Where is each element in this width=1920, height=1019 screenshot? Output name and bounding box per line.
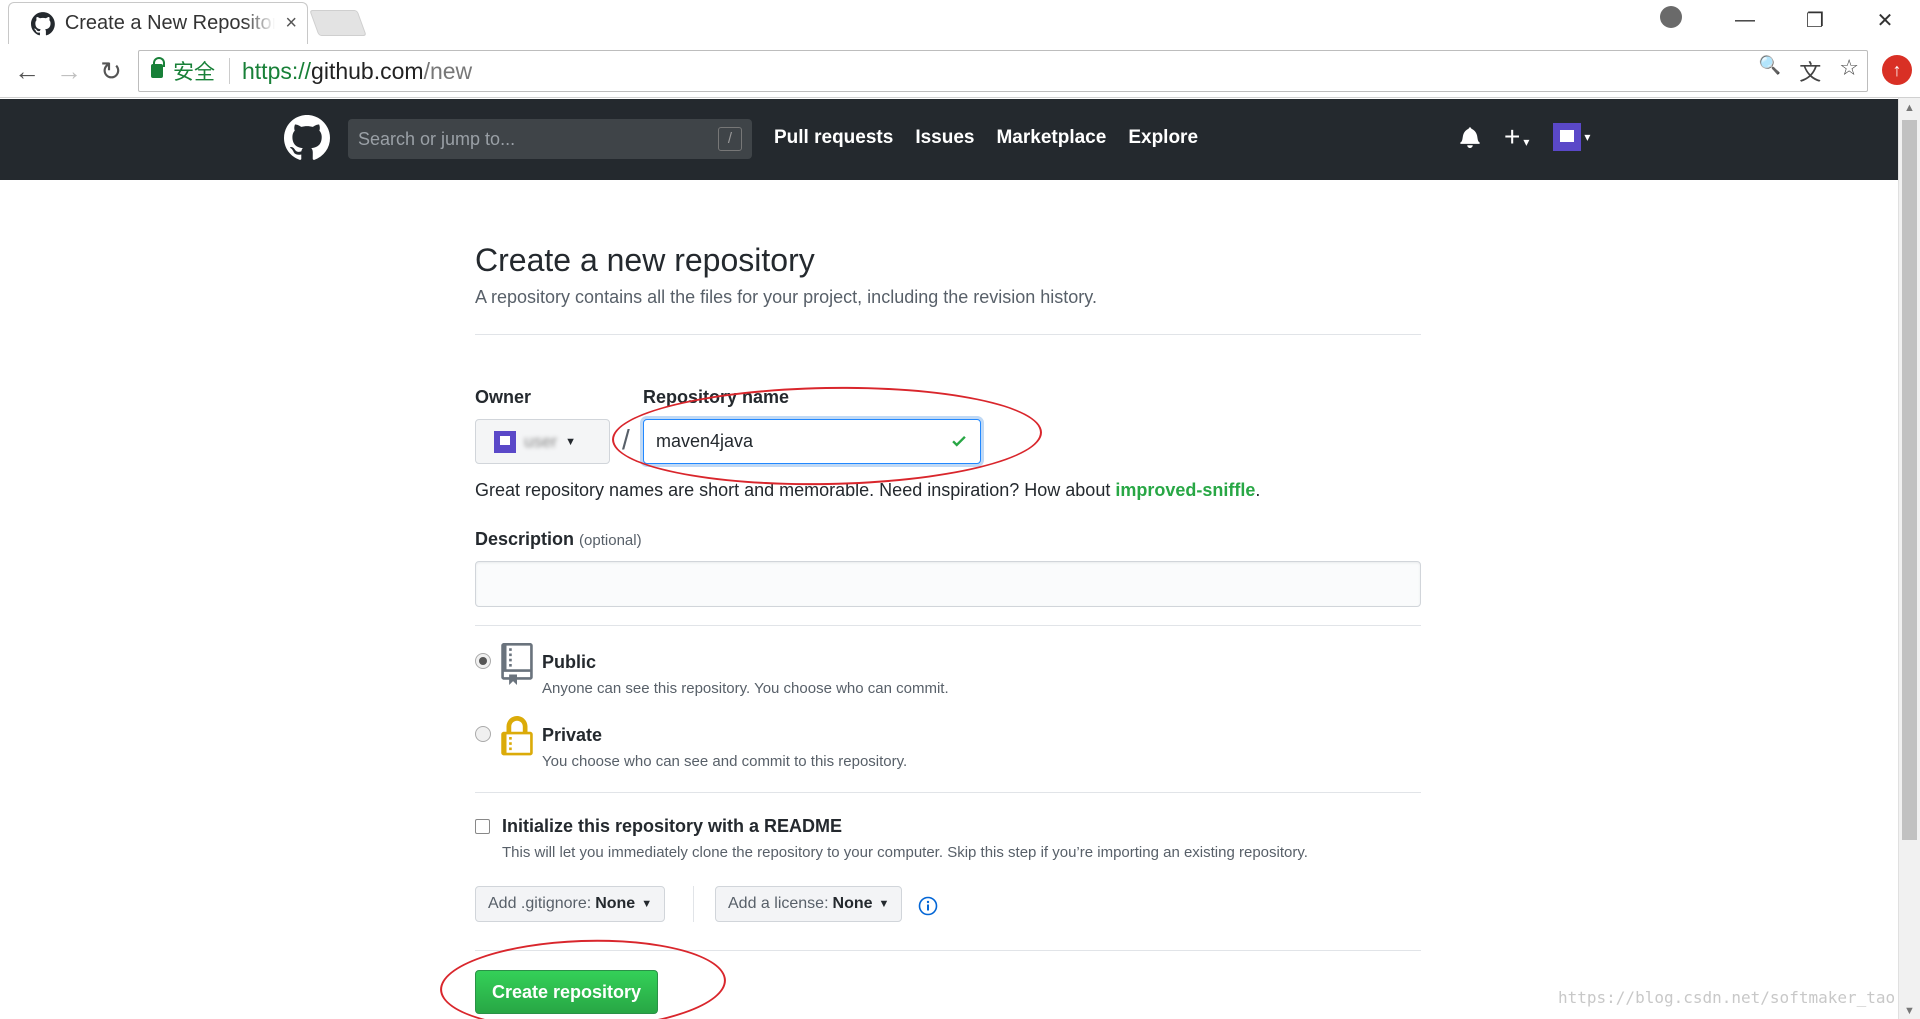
divider: [475, 792, 1421, 793]
extension-icon[interactable]: ↑: [1882, 55, 1912, 85]
plus-icon: +: [1504, 121, 1521, 152]
repository-name-field[interactable]: [643, 419, 981, 464]
lock-icon: [151, 57, 165, 78]
browser-profile-icon[interactable]: [1660, 6, 1682, 28]
forward-icon[interactable]: →: [52, 54, 86, 88]
github-nav: Pull requests Issues Marketplace Explore: [774, 127, 1198, 149]
info-icon[interactable]: [918, 896, 938, 916]
license-value: None: [832, 895, 873, 912]
owner-name: user: [524, 431, 558, 451]
optional-tag: (optional): [579, 532, 642, 549]
owner-avatar: [494, 430, 516, 453]
search-shortcut-key: /: [718, 127, 742, 151]
scroll-down-icon[interactable]: ▼: [1904, 1005, 1915, 1017]
owner-dropdown[interactable]: user ▼: [475, 419, 610, 464]
close-window-icon[interactable]: ✕: [1850, 8, 1920, 33]
private-lock-icon: [501, 716, 533, 756]
readme-checkbox[interactable]: [475, 819, 490, 834]
minimize-icon[interactable]: —: [1710, 9, 1780, 32]
omnibox-actions: 🔍 文 ☆: [1759, 55, 1859, 87]
caret-down-icon: ▾: [1523, 135, 1530, 149]
caret-down-icon: ▼: [641, 898, 653, 910]
url-path: /new: [423, 57, 473, 84]
description-label-text: Description: [475, 529, 575, 549]
valid-check-icon: [952, 435, 966, 447]
translate-icon[interactable]: 文: [1799, 55, 1821, 87]
description-label: Description (optional): [475, 529, 642, 550]
readme-description: This will let you immediately clone the …: [502, 844, 1308, 861]
back-icon[interactable]: ←: [10, 54, 44, 88]
description-field[interactable]: [475, 561, 1421, 607]
public-title: Public: [542, 652, 597, 672]
github-search[interactable]: /: [348, 119, 752, 159]
owner-label: Owner: [475, 387, 532, 407]
divider: [475, 625, 1421, 626]
browser-tabstrip: Create a New Repository × — ❐ ✕: [0, 0, 1920, 44]
github-header: / Pull requests Issues Marketplace Explo…: [0, 99, 1898, 180]
restore-icon[interactable]: ❐: [1780, 8, 1850, 33]
description-input[interactable]: [476, 562, 1420, 606]
bookmark-star-icon[interactable]: ☆: [1839, 55, 1859, 87]
hint-suffix: .: [1255, 480, 1261, 500]
omnibox-separator: [229, 58, 230, 84]
divider: [475, 334, 1421, 335]
github-logo-icon[interactable]: [284, 115, 330, 161]
header-actions: + ▾ ▾: [1460, 123, 1590, 151]
nav-explore[interactable]: Explore: [1128, 127, 1198, 149]
create-repository-button[interactable]: Create repository: [475, 970, 658, 1014]
caret-down-icon: ▾: [1584, 130, 1591, 144]
gitignore-label: Add .gitignore:: [488, 895, 592, 912]
public-radio[interactable]: [475, 653, 491, 669]
url-text: https://github.com/new: [242, 58, 472, 85]
gitignore-dropdown[interactable]: Add .gitignore: None ▼: [475, 886, 666, 922]
new-tab-button[interactable]: [309, 10, 367, 36]
divider: [475, 950, 1421, 951]
nav-issues[interactable]: Issues: [915, 127, 974, 149]
avatar: [1553, 123, 1582, 151]
create-new-menu[interactable]: + ▾: [1504, 123, 1529, 151]
window-controls: — ❐ ✕: [1710, 0, 1920, 40]
license-label: Add a license:: [728, 895, 829, 912]
suggested-name-link[interactable]: improved-sniffle: [1115, 480, 1255, 500]
notifications-bell-icon[interactable]: [1460, 126, 1480, 148]
url-scheme: https://: [242, 57, 312, 84]
scrollbar-thumb[interactable]: [1902, 120, 1917, 840]
caret-down-icon: ▼: [878, 898, 890, 910]
vertical-divider: [693, 886, 694, 922]
zoom-icon[interactable]: 🔍: [1759, 55, 1781, 87]
name-hint: Great repository names are short and mem…: [475, 480, 1260, 501]
caret-down-icon: ▼: [565, 435, 576, 448]
browser-tab[interactable]: Create a New Repository ×: [8, 2, 308, 44]
browser-toolbar: ← → ↻ 安全 https://github.com/new 🔍 文 ☆ ↑: [0, 44, 1920, 98]
reload-icon[interactable]: ↻: [94, 54, 128, 88]
watermark: https://blog.csdn.net/softmaker_tao: [1558, 988, 1896, 1007]
nav-marketplace[interactable]: Marketplace: [996, 127, 1106, 149]
secure-label: 安全: [173, 61, 215, 84]
license-dropdown[interactable]: Add a license: None ▼: [715, 886, 903, 922]
page-subtitle: A repository contains all the files for …: [475, 287, 1097, 307]
repository-name-input[interactable]: [656, 431, 936, 452]
url-host: github.com: [311, 57, 424, 84]
search-input[interactable]: [358, 128, 698, 150]
tab-close-icon[interactable]: ×: [285, 12, 297, 35]
github-favicon-icon: [31, 11, 55, 35]
repo-name-label: Repository name: [643, 387, 790, 407]
scroll-up-icon[interactable]: ▲: [1904, 102, 1915, 114]
private-title: Private: [542, 725, 603, 745]
user-menu[interactable]: ▾: [1553, 123, 1590, 151]
address-bar[interactable]: 安全 https://github.com/new 🔍 文 ☆: [138, 50, 1868, 92]
readme-title: Initialize this repository with a README: [502, 816, 843, 836]
tab-title: Create a New Repository: [64, 12, 276, 34]
page-scrollbar[interactable]: ▲ ▼: [1898, 98, 1920, 1019]
private-radio[interactable]: [475, 726, 491, 742]
page-title: Create a new repository: [475, 242, 815, 278]
owner-repo-separator: /: [622, 424, 630, 455]
public-repo-book-icon: [501, 643, 533, 685]
private-description: You choose who can see and commit to thi…: [542, 753, 908, 770]
hint-text: Great repository names are short and mem…: [475, 480, 1116, 500]
gitignore-value: None: [595, 895, 636, 912]
public-description: Anyone can see this repository. You choo…: [542, 680, 949, 697]
nav-pull-requests[interactable]: Pull requests: [774, 127, 893, 149]
